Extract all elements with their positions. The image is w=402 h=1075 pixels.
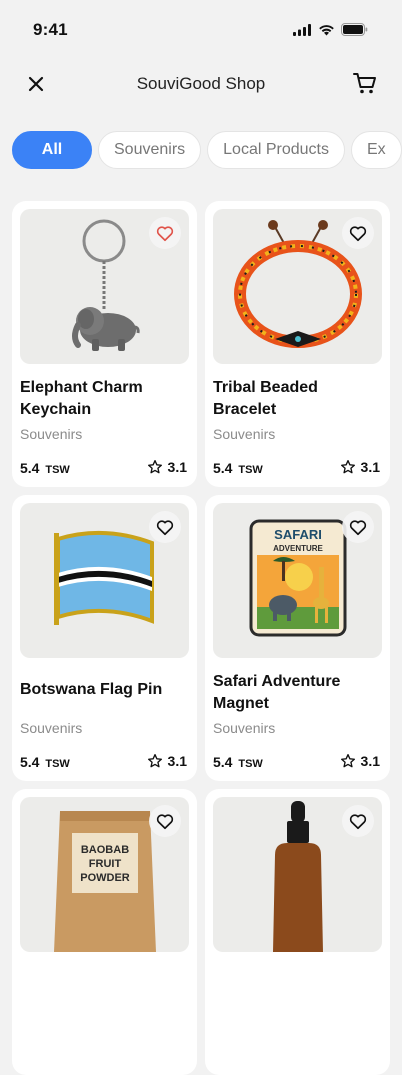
- status-bar: 9:41: [0, 0, 402, 54]
- heart-icon: [349, 519, 367, 535]
- price-value: 5.4: [20, 754, 40, 770]
- favorite-button[interactable]: [342, 511, 374, 543]
- rating-value: 3.1: [167, 753, 187, 769]
- product-rating: 3.1: [340, 753, 380, 769]
- product-card[interactable]: SAFARI ADVENTURE Safari Adventure Magnet…: [205, 495, 390, 781]
- heart-icon: [156, 813, 174, 829]
- product-name: Tribal Beaded Bracelet: [213, 379, 318, 418]
- currency-label: TSW: [45, 464, 70, 476]
- product-category: Souvenirs: [20, 426, 83, 442]
- product-card[interactable]: BAOBAB FRUIT POWDER: [12, 789, 197, 1075]
- product-name: Elephant Charm Keychain: [20, 379, 143, 418]
- product-rating: 3.1: [340, 459, 380, 475]
- currency-label: TSW: [238, 464, 263, 476]
- product-rating: 3.1: [147, 459, 187, 475]
- product-price: 5.4 TSW: [20, 460, 70, 476]
- currency-label: TSW: [45, 758, 70, 770]
- favorite-button[interactable]: [149, 217, 181, 249]
- chip-ex[interactable]: Ex: [351, 131, 402, 169]
- bag-text-line1: BAOBAB: [81, 844, 129, 856]
- star-icon: [147, 754, 162, 768]
- product-image: BAOBAB FRUIT POWDER: [20, 797, 189, 952]
- heart-filled-icon: [156, 225, 174, 241]
- product-category: Souvenirs: [20, 720, 83, 736]
- product-image: [213, 209, 382, 364]
- product-card[interactable]: Tribal Beaded Bracelet Souvenirs 5.4 TSW…: [205, 201, 390, 487]
- shopping-cart-icon: [353, 73, 376, 94]
- price-value: 5.4: [213, 754, 233, 770]
- product-image: [213, 797, 382, 952]
- chip-all[interactable]: All: [12, 131, 92, 169]
- battery-icon: [341, 23, 368, 36]
- rating-value: 3.1: [167, 459, 187, 475]
- favorite-button[interactable]: [149, 805, 181, 837]
- product-price: 5.4 TSW: [20, 754, 70, 770]
- product-name: Safari Adventure Magnet: [213, 673, 341, 712]
- product-card[interactable]: Elephant Charm Keychain Souvenirs 5.4 TS…: [12, 201, 197, 487]
- chip-souvenirs[interactable]: Souvenirs: [98, 131, 202, 169]
- star-icon: [340, 460, 355, 474]
- heart-icon: [349, 813, 367, 829]
- product-image: SAFARI ADVENTURE: [213, 503, 382, 658]
- product-price: 5.4 TSW: [213, 754, 263, 770]
- star-icon: [147, 460, 162, 474]
- cart-button[interactable]: [352, 70, 378, 96]
- wifi-icon: [319, 24, 334, 35]
- product-image: [20, 503, 189, 658]
- favorite-button[interactable]: [342, 805, 374, 837]
- heart-icon: [349, 225, 367, 241]
- product-image: [20, 209, 189, 364]
- magnet-text-line2: ADVENTURE: [273, 544, 323, 553]
- product-price: 5.4 TSW: [213, 460, 263, 476]
- favorite-button[interactable]: [149, 511, 181, 543]
- status-time: 9:41: [33, 20, 68, 39]
- magnet-text-line1: SAFARI: [274, 527, 322, 542]
- category-chips: All Souvenirs Local Products Ex: [12, 131, 402, 169]
- price-value: 5.4: [213, 460, 233, 476]
- currency-label: TSW: [238, 758, 263, 770]
- star-icon: [340, 754, 355, 768]
- status-icons: [293, 23, 368, 36]
- chip-local-products[interactable]: Local Products: [207, 131, 345, 169]
- product-card[interactable]: [205, 789, 390, 1075]
- product-card[interactable]: Botswana Flag Pin Souvenirs 5.4 TSW 3.1: [12, 495, 197, 781]
- page-title: SouviGood Shop: [136, 74, 266, 93]
- bag-text-line2: FRUIT: [89, 858, 122, 870]
- cellular-signal-icon: [293, 23, 311, 36]
- rating-value: 3.1: [360, 753, 380, 769]
- heart-icon: [156, 519, 174, 535]
- product-category: Souvenirs: [213, 720, 276, 736]
- product-category: Souvenirs: [213, 426, 276, 442]
- product-rating: 3.1: [147, 753, 187, 769]
- rating-value: 3.1: [360, 459, 380, 475]
- price-value: 5.4: [20, 460, 40, 476]
- product-name: Botswana Flag Pin: [20, 681, 163, 698]
- favorite-button[interactable]: [342, 217, 374, 249]
- app-header: SouviGood Shop: [0, 62, 402, 106]
